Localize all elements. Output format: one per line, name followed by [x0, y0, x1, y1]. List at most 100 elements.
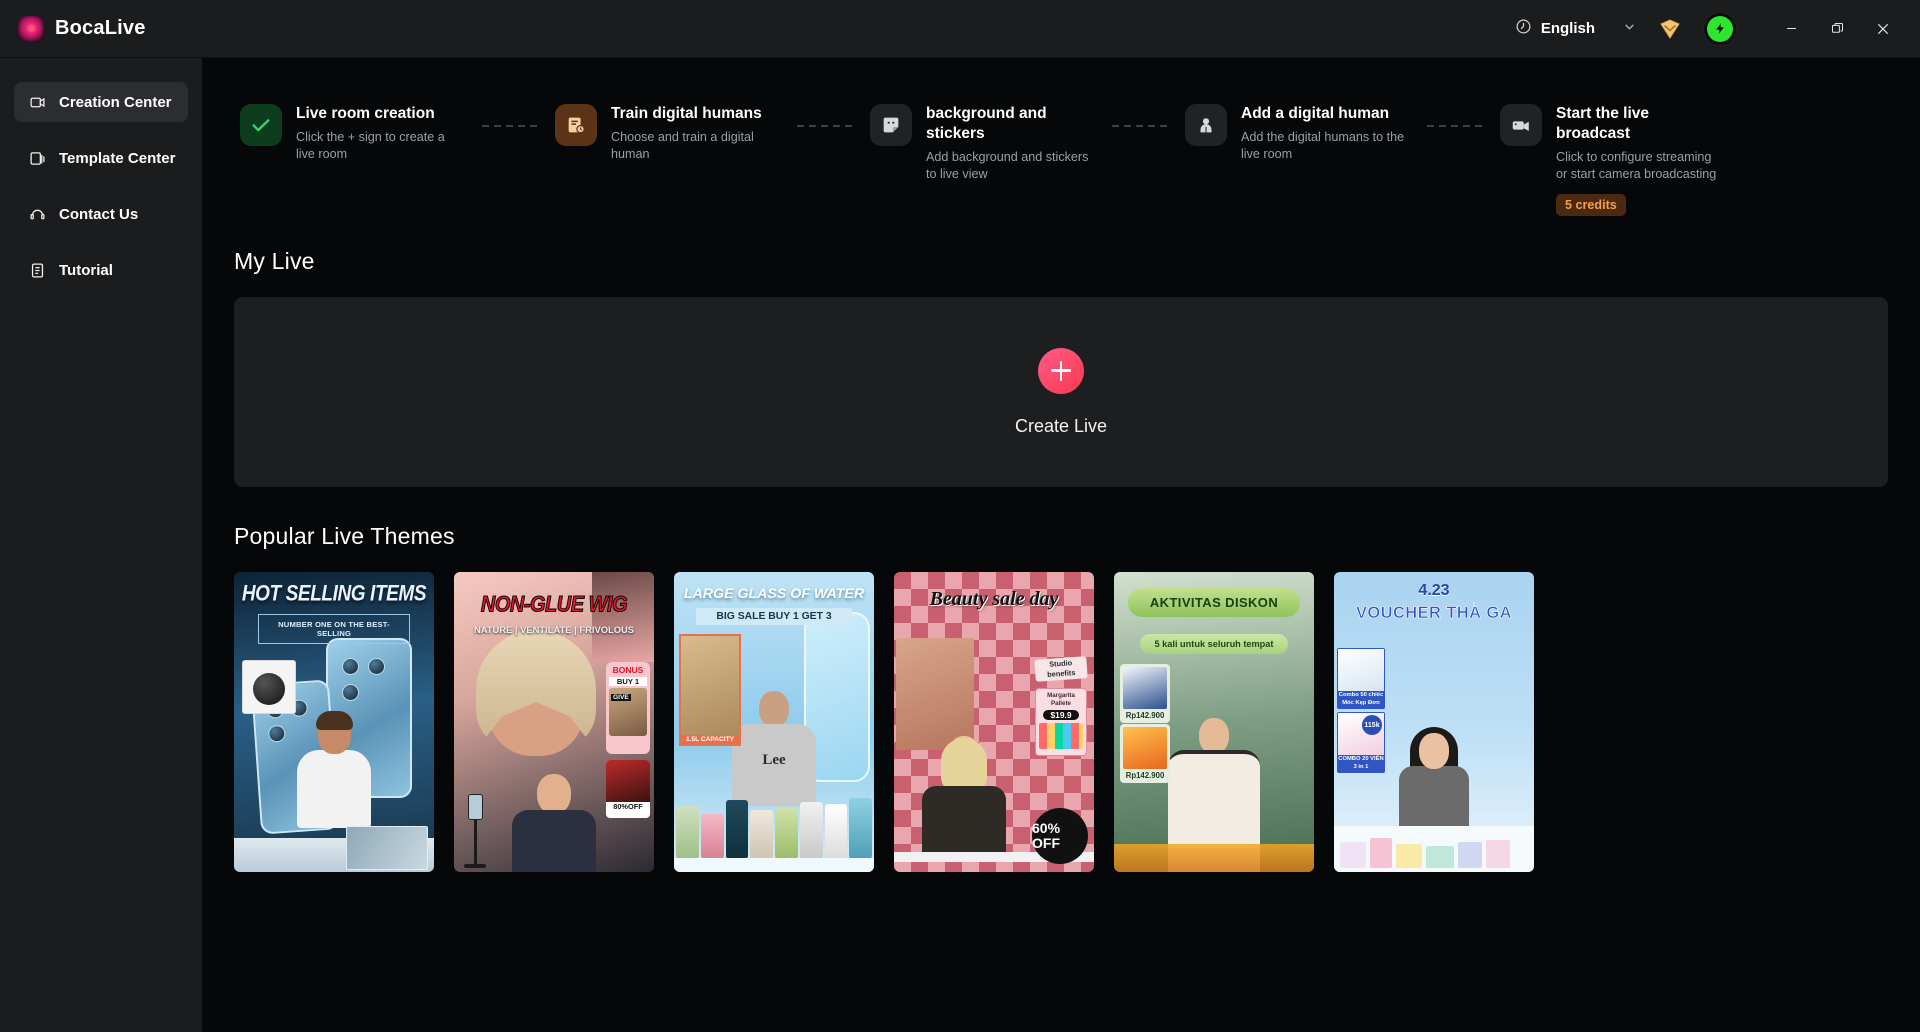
theme-card-voucher-tha-ga[interactable]: Combo 50 chiếc Móc Kẹp Đơn 115k COMBO 20…: [1334, 572, 1534, 872]
discount-label: 80%OFF: [613, 802, 643, 811]
presenter: [922, 736, 1006, 856]
palette-card: Margarita Pallete $19.9: [1035, 688, 1087, 756]
sidebar: Creation Center Template Center Contact …: [0, 58, 202, 1032]
diamond-gem-icon[interactable]: [1658, 18, 1682, 40]
step-desc: Choose and train a digital human: [611, 130, 754, 161]
theme-card-hot-selling-items[interactable]: HOT SELLING ITEMS NUMBER ONE ON THE BEST…: [234, 572, 434, 872]
step-connector: [1427, 125, 1482, 127]
step-connector: [482, 125, 537, 127]
product-label: Combo 50 chiếc Móc Kẹp Đơn: [1338, 691, 1384, 708]
sidebar-item-tutorial[interactable]: Tutorial: [14, 250, 188, 290]
presenter: [512, 774, 596, 872]
credits-badge: 5 credits: [1556, 194, 1626, 216]
presenter: [297, 711, 371, 836]
step-background-and-stickers[interactable]: background and stickers Add background a…: [870, 104, 1094, 183]
my-live-panel: Create Live: [234, 297, 1888, 487]
titlebar: BocaLive English: [0, 0, 1920, 58]
close-button[interactable]: [1860, 0, 1906, 58]
product-tag: Rp142.900: [1120, 724, 1170, 783]
step-start-the-live-broadcast[interactable]: Start the live broadcast Click to config…: [1500, 104, 1724, 216]
create-live-label: Create Live: [1014, 415, 1108, 436]
maximize-button[interactable]: [1814, 0, 1860, 58]
presenter: [1399, 727, 1469, 828]
main-content: Live room creation Click the + sign to c…: [202, 58, 1920, 1032]
capacity-label: 1.5L CAPACITY: [681, 735, 739, 744]
theme-subtitle: NATURE | VENTILATE | FRIVOLOUS: [473, 624, 635, 635]
video-thumbnail: [346, 826, 428, 870]
step-desc: Add the digital humans to the live room: [1241, 130, 1405, 161]
product-card: 115k COMBO 20 VIÊN 3 in 1: [1337, 712, 1385, 773]
bocalive-logo-icon: [18, 15, 44, 42]
check-icon: [240, 104, 282, 146]
step-title: background and stickers: [926, 105, 1047, 142]
theme-subtitle: VOUCHER THẢ GA: [1356, 604, 1512, 623]
step-title: Add a digital human: [1241, 105, 1390, 122]
product-thumbnail: [242, 660, 296, 714]
bonus-badge: BONUS BUY 1 GIVE: [606, 662, 650, 754]
sidebar-label: Contact Us: [59, 205, 139, 223]
price-label: Rp142.900: [1125, 771, 1165, 780]
theme-subtitle: NUMBER ONE ON THE BEST-SELLING: [258, 614, 410, 644]
price-badge: 115k: [1362, 715, 1382, 735]
step-live-room-creation[interactable]: Live room creation Click the + sign to c…: [240, 104, 464, 163]
presenter: Lee: [732, 691, 816, 806]
product-tag: Rp142.900: [1120, 664, 1170, 723]
create-live-button[interactable]: [1038, 347, 1084, 394]
video-camera-icon: [1500, 104, 1542, 146]
onboarding-steps: Live room creation Click the + sign to c…: [202, 58, 1920, 248]
headset-icon: [28, 205, 46, 223]
user-avatar-lightning-icon[interactable]: [1704, 12, 1736, 45]
theme-title: 4.23: [1418, 582, 1450, 599]
theme-card-non-glue-wig[interactable]: BONUS BUY 1 GIVE 80%OFF NON-GLUE WIG NAT…: [454, 572, 654, 872]
sidebar-item-contact-us[interactable]: Contact Us: [14, 194, 188, 234]
theme-title: Beauty sale day: [929, 588, 1059, 610]
step-title: Train digital humans: [611, 105, 762, 122]
train-human-icon: [555, 104, 597, 146]
makeup-photo: [896, 638, 974, 750]
buy-label: BUY 1: [609, 677, 647, 686]
step-title: Live room creation: [296, 105, 435, 122]
sidebar-item-template-center[interactable]: Template Center: [14, 138, 188, 178]
theme-title: LARGE GLASS OF WATER: [683, 586, 865, 602]
app-brand: BocaLive: [0, 15, 146, 42]
step-desc: Click the + sign to create a live room: [296, 130, 445, 161]
person-icon: [1185, 104, 1227, 146]
popular-live-themes-title: Popular Live Themes: [234, 523, 455, 549]
theme-card-beauty-sale-day[interactable]: Studio benefits Margarita Pallete $19.9 …: [894, 572, 1094, 872]
theme-title: AKTIVITAS DISKON: [1128, 588, 1300, 617]
theme-subtitle: BIG SALE BUY 1 GET 3: [696, 608, 852, 625]
step-desc: Add background and stickers to live view: [926, 150, 1089, 181]
globe-icon: [1515, 18, 1532, 40]
bonus-label: BONUS: [612, 665, 644, 675]
step-train-digital-humans[interactable]: Train digital humans Choose and train a …: [555, 104, 779, 163]
sidebar-label: Creation Center: [59, 93, 172, 111]
product-card: Combo 50 chiếc Móc Kẹp Đơn: [1337, 648, 1385, 709]
palette-price: $19.9: [1043, 710, 1079, 720]
theme-card-aktivitas-diskon[interactable]: Rp142.900 Rp142.900 AKTIVITAS DISKON 5 k…: [1114, 572, 1314, 872]
template-cards-icon: [28, 149, 46, 167]
product-row: [676, 796, 872, 858]
app-title: BocaLive: [55, 17, 146, 39]
language-label: English: [1540, 20, 1595, 37]
phone-tripod: [464, 794, 486, 872]
product-label: COMBO 20 VIÊN 3 in 1: [1338, 755, 1384, 772]
chevron-down-icon[interactable]: [1623, 20, 1636, 38]
language-selector[interactable]: English: [1515, 18, 1601, 40]
sidebar-item-creation-center[interactable]: Creation Center: [14, 82, 188, 122]
price-label: Rp142.900: [1125, 711, 1165, 720]
step-connector: [1112, 125, 1167, 127]
document-list-icon: [28, 261, 46, 279]
theme-title: HOT SELLING ITEMS: [241, 582, 427, 607]
step-add-a-digital-human[interactable]: Add a digital human Add the digital huma…: [1185, 104, 1409, 163]
theme-card-list: HOT SELLING ITEMS NUMBER ONE ON THE BEST…: [234, 572, 1920, 872]
discount-badge: 80%OFF: [606, 760, 650, 818]
palette-name: Margarita Pallete: [1047, 692, 1075, 707]
video-card-icon: [28, 93, 46, 111]
step-title: Start the live broadcast: [1556, 105, 1650, 142]
theme-subtitle: 5 kali untuk seluruh tempat: [1140, 634, 1288, 654]
theme-card-large-glass-of-water[interactable]: Lee 1.5L CAPACITY LARGE GLASS OF WATER B…: [674, 572, 874, 872]
sidebar-label: Tutorial: [59, 261, 113, 279]
product-inset: 1.5L CAPACITY: [679, 634, 741, 746]
step-connector: [797, 125, 852, 127]
minimize-button[interactable]: [1768, 0, 1814, 58]
